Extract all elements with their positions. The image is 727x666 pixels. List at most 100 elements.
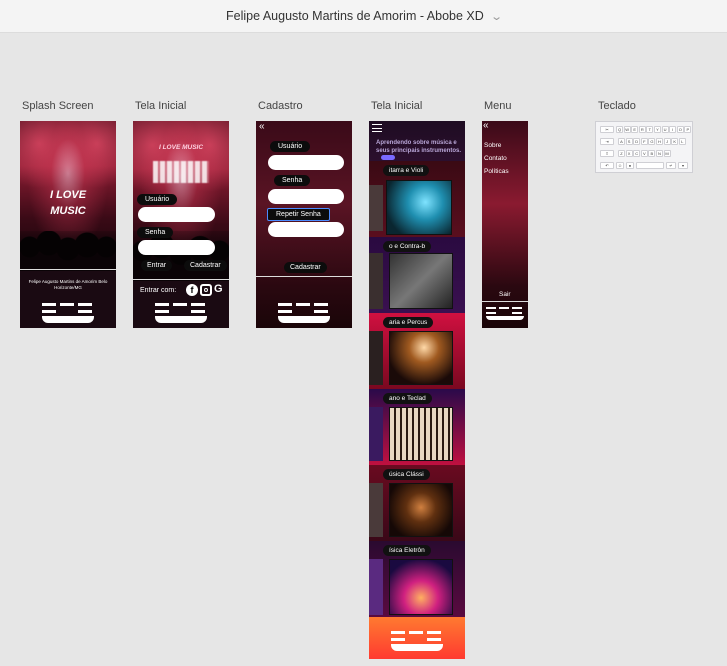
menu-item-policies[interactable]: Políticas bbox=[484, 168, 509, 175]
key-n[interactable]: N bbox=[656, 150, 663, 157]
password-field[interactable] bbox=[268, 189, 344, 204]
key-z[interactable]: Z bbox=[618, 150, 625, 157]
category-band[interactable]: úsica Clássi bbox=[369, 465, 465, 541]
enter-with-label: Entrar com: bbox=[140, 287, 177, 294]
category-band[interactable]: o e Contra-b bbox=[369, 237, 465, 313]
key-s[interactable]: S bbox=[625, 138, 633, 145]
artboard-label-keyboard[interactable]: Teclado bbox=[598, 100, 636, 112]
artboard-home-categories[interactable]: Aprendendo sobre música e seus principai… bbox=[369, 121, 465, 659]
brand-logo bbox=[133, 301, 229, 323]
username-field[interactable] bbox=[268, 155, 344, 170]
artboard-label-home2[interactable]: Tela Inicial bbox=[371, 100, 422, 112]
brand-logo bbox=[256, 301, 352, 323]
key-mic[interactable]: ● bbox=[626, 162, 634, 169]
key-c[interactable]: C bbox=[633, 150, 641, 157]
instagram-icon[interactable] bbox=[200, 284, 212, 296]
key-cut[interactable]: ✂ bbox=[600, 126, 614, 133]
crowd-silhouette bbox=[20, 231, 116, 271]
password-field[interactable] bbox=[138, 240, 215, 255]
splash-footer-text: Felipe Augusto Martins de Amorim Belo Ho… bbox=[28, 279, 108, 290]
artboard-keyboard[interactable]: ✂ QWERTYUIOP ⇥ ASDFGHJKL ⇧ ZXCVBNM ↶ ☺ ●… bbox=[595, 121, 693, 173]
category-band[interactable]: itarra e Violi bbox=[369, 161, 465, 237]
key-t[interactable]: T bbox=[646, 126, 654, 133]
key-keyboard-hide[interactable]: ▾ bbox=[678, 162, 688, 169]
chevron-down-icon[interactable]: ⌄ bbox=[490, 10, 503, 23]
key-w[interactable]: W bbox=[623, 126, 631, 133]
menu-exit[interactable]: Sair bbox=[499, 291, 511, 298]
side-photo bbox=[369, 483, 383, 537]
key-a[interactable]: A bbox=[618, 138, 625, 145]
menu-item-contact[interactable]: Contato bbox=[484, 155, 507, 162]
key-i[interactable]: I bbox=[669, 126, 677, 133]
category-label: ísica Eletrôn bbox=[383, 545, 431, 556]
divider bbox=[20, 269, 116, 270]
artboard-label-menu[interactable]: Menu bbox=[484, 100, 512, 112]
username-field[interactable] bbox=[138, 207, 215, 222]
artboard-signup[interactable]: « Usuário Senha Repetir Senha Cadastrar bbox=[256, 121, 352, 328]
key-space[interactable] bbox=[636, 162, 664, 169]
key-o[interactable]: O bbox=[676, 126, 684, 133]
design-canvas[interactable]: Splash Screen Tela Inicial Cadastro Tela… bbox=[0, 34, 727, 666]
key-f[interactable]: F bbox=[640, 138, 648, 145]
category-band[interactable]: ano e Teclad bbox=[369, 389, 465, 465]
category-photo[interactable] bbox=[389, 559, 453, 615]
register-button[interactable]: Cadastrar bbox=[284, 262, 327, 273]
splash-title-line2: MUSIC bbox=[50, 205, 86, 217]
category-photo[interactable] bbox=[389, 483, 453, 537]
password-label: Senha bbox=[137, 227, 174, 238]
key-d[interactable]: D bbox=[633, 138, 641, 145]
category-label: aria e Percus bbox=[383, 317, 434, 328]
key-l[interactable]: L bbox=[678, 138, 686, 145]
key-k[interactable]: K bbox=[671, 138, 679, 145]
brand-logo bbox=[369, 629, 465, 651]
key-y[interactable]: Y bbox=[654, 126, 661, 133]
back-icon[interactable]: « bbox=[259, 121, 265, 132]
category-photo[interactable] bbox=[386, 180, 452, 235]
side-photo bbox=[369, 185, 383, 231]
category-band[interactable]: aria e Percus bbox=[369, 313, 465, 389]
key-b[interactable]: B bbox=[648, 150, 656, 157]
key-e[interactable]: E bbox=[631, 126, 639, 133]
key-x[interactable]: X bbox=[625, 150, 633, 157]
key-tab[interactable]: ⇥ bbox=[600, 138, 614, 145]
key-v[interactable]: V bbox=[640, 150, 648, 157]
category-photo[interactable] bbox=[389, 331, 453, 385]
key-m[interactable]: M bbox=[663, 150, 671, 157]
key-return[interactable]: ↵ bbox=[666, 162, 676, 169]
crowd-silhouette bbox=[133, 231, 229, 281]
key-p[interactable]: P bbox=[684, 126, 692, 133]
category-photo[interactable] bbox=[389, 253, 453, 309]
artboard-splash[interactable]: I LOVE MUSIC Felipe Augusto Martins de A… bbox=[20, 121, 116, 328]
back-icon[interactable]: « bbox=[483, 121, 489, 131]
repeat-password-label[interactable]: Repetir Senha bbox=[267, 208, 330, 221]
artboard-label-home[interactable]: Tela Inicial bbox=[135, 100, 186, 112]
hamburger-menu-icon[interactable] bbox=[372, 124, 382, 132]
artboard-label-splash[interactable]: Splash Screen bbox=[22, 100, 94, 112]
key-g[interactable]: G bbox=[648, 138, 656, 145]
repeat-password-field[interactable] bbox=[268, 222, 344, 237]
artboard-menu[interactable]: « Sobre Contato Políticas Sair bbox=[482, 121, 528, 328]
facebook-icon[interactable]: f bbox=[186, 284, 198, 296]
menu-item-about[interactable]: Sobre bbox=[484, 142, 501, 149]
artboard-home[interactable]: I LOVE MUSIC Usuário Senha Entrar Cadast… bbox=[133, 121, 229, 328]
enter-button[interactable]: Entrar bbox=[141, 260, 173, 271]
key-undo[interactable]: ↶ bbox=[600, 162, 614, 169]
register-button[interactable]: Cadastrar bbox=[184, 260, 227, 271]
home-subtitle: Aprendendo sobre música e seus principai… bbox=[376, 140, 462, 154]
document-title[interactable]: Felipe Augusto Martins de Amorim - Abobe… bbox=[226, 9, 484, 23]
artboard-label-signup[interactable]: Cadastro bbox=[258, 100, 303, 112]
category-photo[interactable] bbox=[389, 407, 453, 461]
badge bbox=[381, 155, 395, 160]
google-icon[interactable]: G bbox=[214, 283, 223, 295]
key-h[interactable]: H bbox=[656, 138, 663, 145]
key-emoji[interactable]: ☺ bbox=[616, 162, 624, 169]
key-shift[interactable]: ⇧ bbox=[600, 150, 614, 157]
key-r[interactable]: R bbox=[638, 126, 646, 133]
brand-logo bbox=[485, 307, 525, 321]
category-label: o e Contra-b bbox=[383, 241, 432, 252]
category-band[interactable]: ísica Eletrôn bbox=[369, 541, 465, 617]
key-u[interactable]: U bbox=[661, 126, 669, 133]
key-j[interactable]: J bbox=[663, 138, 671, 145]
key-q[interactable]: Q bbox=[616, 126, 623, 133]
divider bbox=[482, 301, 528, 302]
